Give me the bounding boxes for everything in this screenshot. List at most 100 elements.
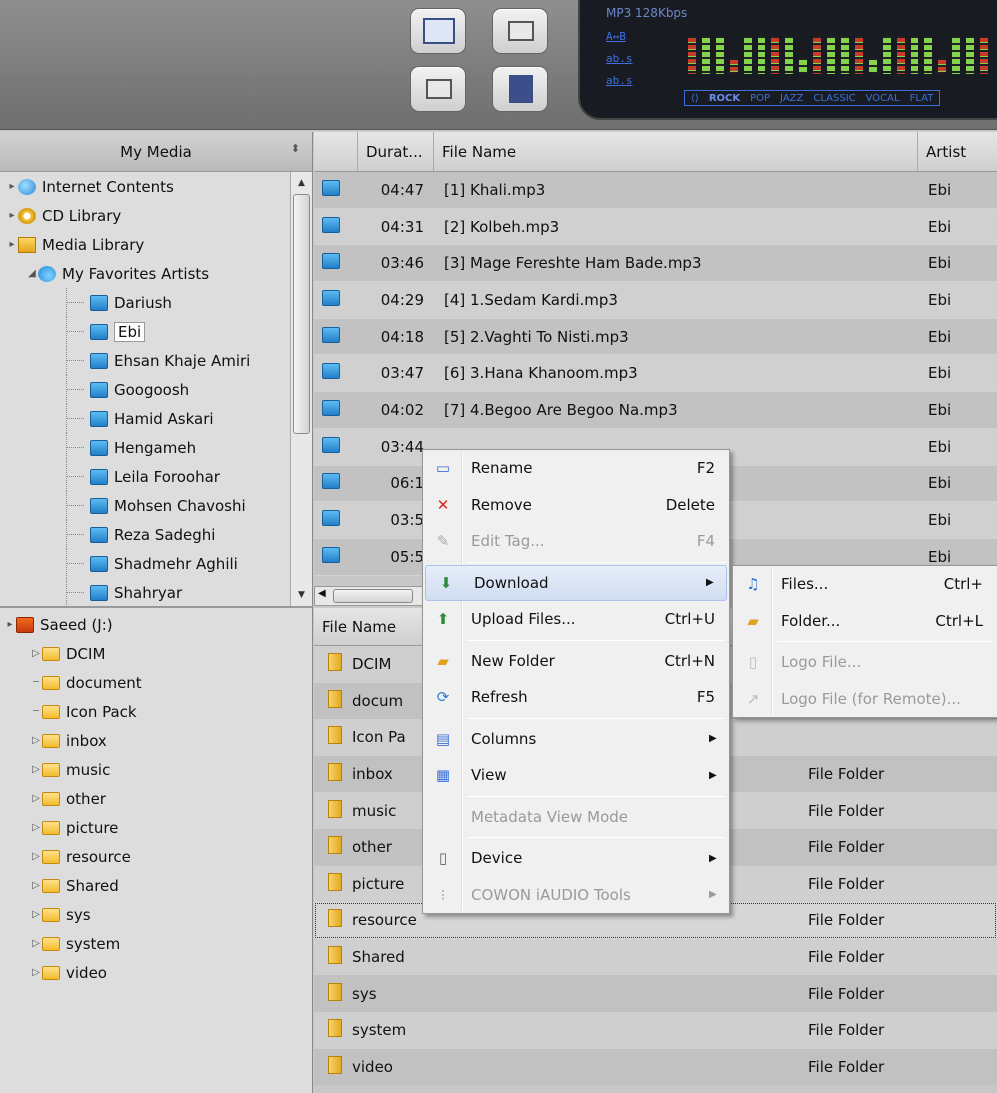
menu-item-folder[interactable]: ▰ Folder... Ctrl+L	[733, 603, 997, 640]
tree-item[interactable]: Dariush	[0, 288, 290, 317]
folder-tree-item[interactable]: ▷ sys	[0, 900, 313, 929]
tree-item[interactable]: Ehsan Khaje Amiri	[0, 346, 290, 375]
eq-row-label[interactable]: A↔B	[606, 30, 626, 43]
eq-row-label[interactable]: ab.s	[606, 52, 633, 65]
eq-preset-rock[interactable]: ROCK	[709, 93, 740, 104]
expand-arrow-icon[interactable]: ▷	[30, 822, 42, 833]
scroll-left-icon[interactable]: ◀	[318, 588, 326, 599]
eq-band-bar	[910, 36, 919, 74]
tree-item[interactable]: Hengameh	[0, 433, 290, 462]
table-row[interactable]: 04:18 [5] 2.Vaghti To Nisti.mp3 Ebi	[314, 318, 997, 356]
scroll-down-icon[interactable]: ▼	[291, 586, 312, 604]
expand-arrow-icon[interactable]: ▷	[30, 735, 42, 746]
file-name-column-header[interactable]: File Name	[434, 132, 918, 171]
tree-item[interactable]: Ebi	[0, 317, 290, 346]
shortcut-label: Ctrl+L	[935, 611, 983, 630]
folder-tree-item[interactable]: ▷ resource	[0, 842, 313, 871]
file-name-cell: [1] Khali.mp3	[444, 180, 546, 199]
device-sync-button[interactable]	[492, 8, 548, 54]
menu-item-download[interactable]: ⬇ Download ▶	[425, 564, 727, 601]
menu-item-upload-files[interactable]: ⬆ Upload Files... Ctrl+U	[423, 601, 729, 638]
menu-item-rename[interactable]: ▭ Rename F2	[423, 450, 729, 487]
tree-item[interactable]: Shadmehr Aghili	[0, 549, 290, 578]
table-row[interactable]: system File Folder	[314, 1011, 997, 1049]
table-row[interactable]: 03:47 [6] 3.Hana Khanoom.mp3 Ebi	[314, 355, 997, 393]
media-panel-header[interactable]: My Media ⬍	[0, 132, 312, 172]
menu-item-columns[interactable]: ▤ Columns ▶	[423, 721, 729, 758]
tree-item[interactable]: Shahryar	[0, 578, 290, 606]
folder-tree-item[interactable]: ▷ other	[0, 784, 313, 813]
expand-arrow-icon[interactable]: ◢	[26, 268, 38, 279]
library-scrollbar[interactable]: ▲ ▼	[290, 172, 312, 606]
expand-arrow-icon[interactable]: ▷	[30, 938, 42, 949]
eq-preset-classic[interactable]: CLASSIC	[813, 93, 855, 104]
table-row[interactable]: sys File Folder	[314, 975, 997, 1012]
folder-tree-item[interactable]: ┄ document	[0, 668, 313, 697]
table-row[interactable]: 04:47 [1] Khali.mp3 Ebi	[314, 172, 997, 209]
table-row[interactable]: 04:02 [7] 4.Begoo Are Begoo Na.mp3 Ebi	[314, 392, 997, 429]
folder-icon	[328, 909, 342, 928]
device-view-button[interactable]	[410, 66, 466, 112]
folder-tree-item[interactable]: ▷ picture	[0, 813, 313, 842]
duration-column-header[interactable]: Durat...	[358, 132, 434, 171]
expand-arrow-icon[interactable]: ▷	[30, 648, 42, 659]
table-row[interactable]: video File Folder	[314, 1048, 997, 1086]
eq-preset-flat[interactable]: FLAT	[910, 93, 934, 104]
artist-column-header[interactable]: Artist	[918, 132, 997, 171]
menu-item-new-folder[interactable]: ▰ New Folder Ctrl+N	[423, 643, 729, 680]
scroll-thumb[interactable]	[333, 589, 413, 603]
expand-arrow-icon[interactable]: ▷	[30, 793, 42, 804]
expand-arrow-icon[interactable]: ▷	[30, 851, 42, 862]
table-row[interactable]: 04:31 [2] Kolbeh.mp3 Ebi	[314, 208, 997, 246]
menu-item-view[interactable]: ▦ View ▶	[423, 757, 729, 794]
menu-item-refresh[interactable]: ⟳ Refresh F5	[423, 679, 729, 716]
expand-arrow-icon[interactable]: ▷	[30, 764, 42, 775]
folder-tree-item[interactable]: ┄ Icon Pack	[0, 697, 313, 726]
tree-item[interactable]: Reza Sadeghi	[0, 520, 290, 549]
scroll-up-icon[interactable]: ▲	[291, 174, 312, 192]
folder-tree-item[interactable]: ▷ music	[0, 755, 313, 784]
expand-arrow-icon[interactable]: ▷	[30, 909, 42, 920]
folder-tree-item[interactable]: ▷ system	[0, 929, 313, 958]
file-type-cell: File Folder	[808, 838, 885, 857]
tree-item[interactable]: Hamid Askari	[0, 404, 290, 433]
layout-toggle-button[interactable]	[492, 66, 548, 112]
menu-item-device[interactable]: ▯ Device ▶	[423, 840, 729, 877]
tree-item[interactable]: Mohsen Chavoshi	[0, 491, 290, 520]
table-row[interactable]: Shared File Folder	[314, 938, 997, 976]
folder-tree-item[interactable]: ▷ inbox	[0, 726, 313, 755]
tree-item-label: Shadmehr Aghili	[114, 554, 238, 573]
collapse-arrow-icon[interactable]: ▸	[4, 619, 16, 630]
table-row[interactable]: 03:46 [3] Mage Fereshte Ham Bade.mp3 Ebi	[314, 245, 997, 283]
tree-item[interactable]: ▸ Media Library	[0, 230, 290, 259]
menu-item-cowon-iaudio-tools: ⁝ COWON iAUDIO Tools ▶	[423, 877, 729, 914]
tree-item[interactable]: Leila Foroohar	[0, 462, 290, 491]
collapse-arrow-icon[interactable]: ▸	[6, 239, 18, 250]
eq-preset-vocal[interactable]: VOCAL	[866, 93, 900, 104]
icon-column-header[interactable]	[314, 132, 358, 171]
collapse-arrow-icon[interactable]: ▸	[6, 210, 18, 221]
audio-file-icon	[322, 326, 340, 343]
tree-item[interactable]: Googoosh	[0, 375, 290, 404]
tree-item[interactable]: ◢ My Favorites Artists	[0, 259, 290, 288]
eq-preset-pop[interactable]: POP	[750, 93, 770, 104]
track-horizontal-scrollbar[interactable]: ◀	[314, 586, 434, 606]
folder-tree-item[interactable]: ▷ Shared	[0, 871, 313, 900]
folder-tree-item[interactable]: ▷ video	[0, 958, 313, 987]
playlist-view-button[interactable]	[410, 8, 466, 54]
eq-row-label[interactable]: ab.s	[606, 74, 633, 87]
expand-arrow-icon[interactable]: ▷	[30, 880, 42, 891]
table-row[interactable]: 04:29 [4] 1.Sedam Kardi.mp3 Ebi	[314, 282, 997, 319]
collapse-arrow-icon[interactable]: ▸	[6, 181, 18, 192]
expand-arrow-icon[interactable]: ▷	[30, 967, 42, 978]
panel-spinner-icon[interactable]: ⬍	[291, 142, 300, 155]
eq-preset-jazz[interactable]: JAZZ	[780, 93, 803, 104]
tree-item[interactable]: ▸ Internet Contents	[0, 172, 290, 201]
drive-item[interactable]: ▸ Saeed (J:)	[0, 610, 313, 639]
scroll-thumb[interactable]	[293, 194, 310, 434]
menu-item-remove[interactable]: ✕ Remove Delete	[423, 487, 729, 524]
menu-item-files[interactable]: ♫ Files... Ctrl+	[733, 566, 997, 603]
tree-item[interactable]: ▸ CD Library	[0, 201, 290, 230]
eq-band-bar	[938, 58, 947, 74]
folder-tree-item[interactable]: ▷ DCIM	[0, 639, 313, 668]
